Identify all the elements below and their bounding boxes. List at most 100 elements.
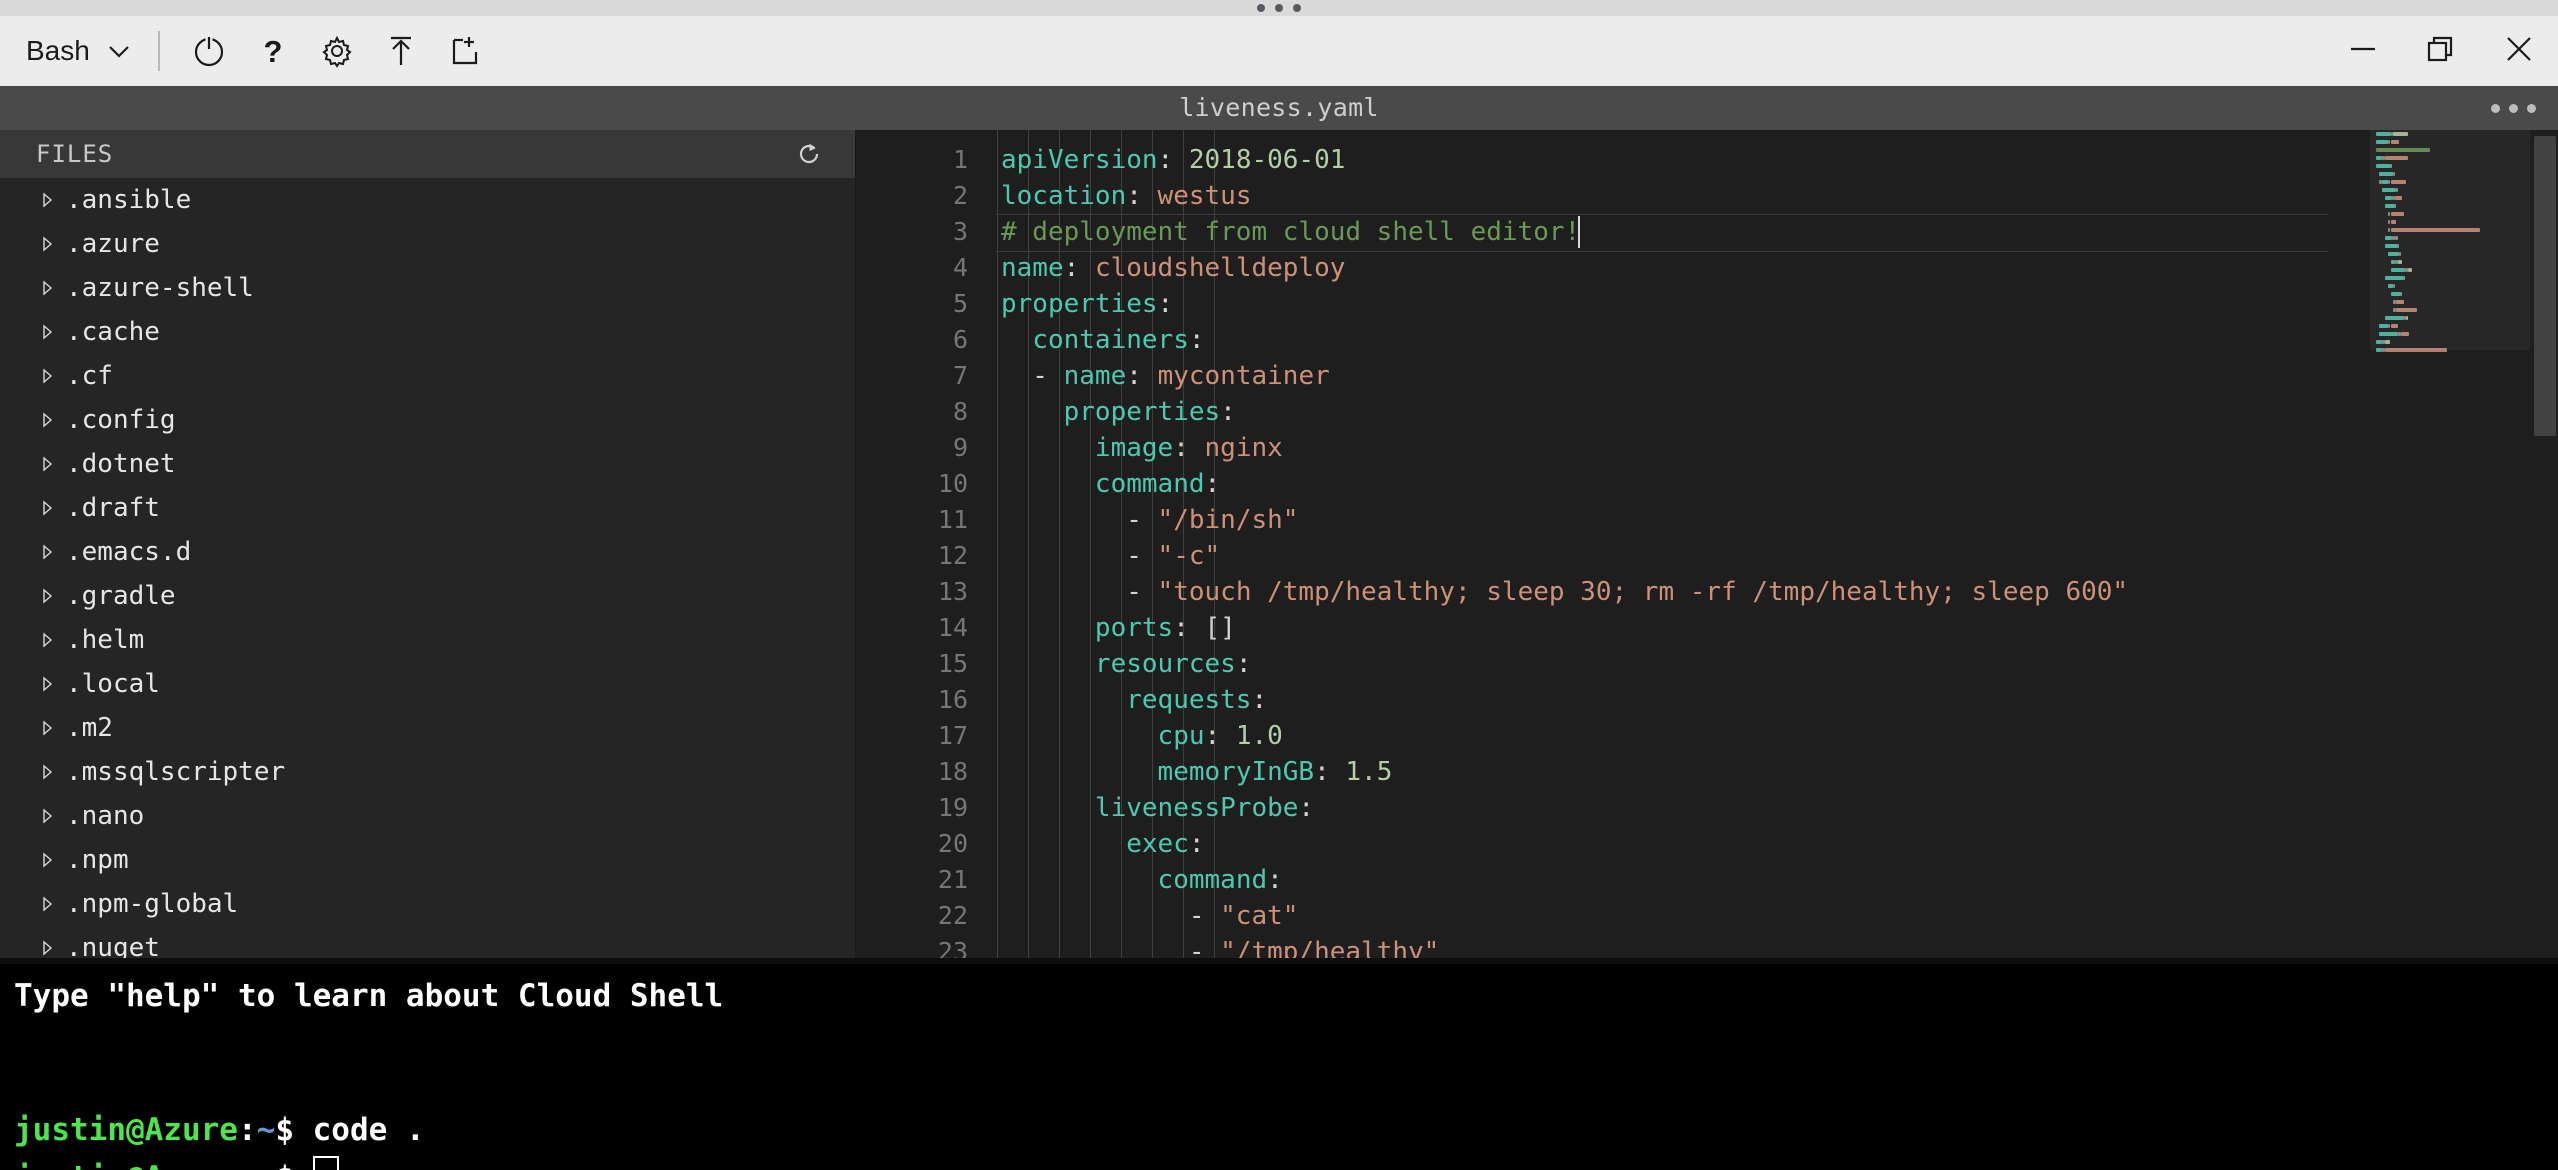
new-editor-button[interactable] <box>438 24 492 78</box>
code-line-text: command: <box>1094 469 1221 499</box>
file-tree-item[interactable]: .mssqlscripter <box>0 750 855 794</box>
code-line-text: apiVersion: 2018-06-01 <box>1001 145 1346 175</box>
editor-more-options-button[interactable] <box>2491 86 2536 130</box>
code-line-text: command: <box>1157 865 1283 895</box>
chevron-right-icon[interactable] <box>38 893 60 915</box>
code-line[interactable]: 18 memoryInGB: 1.5 <box>856 754 2558 790</box>
code-line-text: memoryInGB: 1.5 <box>1157 757 1393 787</box>
code-line[interactable]: 7 - name: mycontainer <box>856 358 2558 394</box>
chevron-right-icon[interactable] <box>38 321 60 343</box>
line-number: 20 <box>937 829 968 858</box>
drag-handle-icon[interactable] <box>1257 4 1301 12</box>
chevron-right-icon[interactable] <box>38 233 60 255</box>
chevron-right-icon[interactable] <box>38 585 60 607</box>
code-line[interactable]: 12 - "-c" <box>856 538 2558 574</box>
file-tree-item[interactable]: .dotnet <box>0 442 855 486</box>
code-line[interactable]: 6 containers: <box>856 322 2558 358</box>
power-icon <box>189 31 229 71</box>
code-line[interactable]: 17 cpu: 1.0 <box>856 718 2558 754</box>
code-line[interactable]: 19 livenessProbe: <box>856 790 2558 826</box>
restore-button[interactable] <box>2402 16 2480 86</box>
code-line[interactable]: 5 properties: <box>856 286 2558 322</box>
file-tree-item[interactable]: .azure <box>0 222 855 266</box>
code-line[interactable]: 4 name: cloudshelldeploy <box>856 250 2558 286</box>
chevron-right-icon[interactable] <box>38 629 60 651</box>
code-line[interactable]: 16 requests: <box>856 682 2558 718</box>
terminal-panel[interactable]: Type "help" to learn about Cloud Shell j… <box>0 958 2558 1170</box>
code-line[interactable]: 20 exec: <box>856 826 2558 862</box>
file-tree-item[interactable]: .draft <box>0 486 855 530</box>
chevron-right-icon[interactable] <box>38 673 60 695</box>
chevron-right-icon[interactable] <box>38 937 60 958</box>
line-number: 5 <box>952 289 968 318</box>
file-tree-item[interactable]: .cache <box>0 310 855 354</box>
chevron-right-icon[interactable] <box>38 717 60 739</box>
code-line[interactable]: 8 properties: <box>856 394 2558 430</box>
file-tree-item-label: .emacs.d <box>66 537 192 567</box>
file-tree-item[interactable]: .npm-global <box>0 882 855 926</box>
code-line[interactable]: 10 command: <box>856 466 2558 502</box>
chevron-right-icon[interactable] <box>38 849 60 871</box>
file-tree-item[interactable]: .npm <box>0 838 855 882</box>
close-button[interactable] <box>2480 16 2558 86</box>
chevron-right-icon[interactable] <box>38 365 60 387</box>
file-tree-item[interactable]: .nano <box>0 794 855 838</box>
chevron-right-icon[interactable] <box>38 409 60 431</box>
code-line[interactable]: 14 ports: [] <box>856 610 2558 646</box>
prompt-user-host: justin@Azure <box>14 1112 238 1148</box>
code-line-text: exec: <box>1126 829 1205 859</box>
settings-button[interactable] <box>310 24 364 78</box>
refresh-icon <box>795 143 823 172</box>
chevron-right-icon[interactable] <box>38 761 60 783</box>
file-tree-item[interactable]: .nuget <box>0 926 855 958</box>
files-scrollbar[interactable] <box>843 178 855 958</box>
code-line[interactable]: 23 - "/tmp/healthy" <box>856 934 2558 958</box>
code-line[interactable]: 3 # deployment from cloud shell editor! <box>856 214 2558 252</box>
file-tree-item-label: .ansible <box>66 185 192 215</box>
code-content-area[interactable]: 1 apiVersion: 2018-06-01 2 location: westus… <box>856 130 2558 958</box>
file-tree-item[interactable]: .emacs.d <box>0 530 855 574</box>
code-line[interactable]: 15 resources: <box>856 646 2558 682</box>
chevron-right-icon[interactable] <box>38 541 60 563</box>
file-tree-item[interactable]: .config <box>0 398 855 442</box>
chevron-right-icon[interactable] <box>38 805 60 827</box>
file-tree[interactable]: .ansible .azure .azure-shell .cache .cf .conf… <box>0 178 855 958</box>
code-line[interactable]: 13 - "touch /tmp/healthy; sleep 30; rm -… <box>856 574 2558 610</box>
terminal-command: code . <box>312 1112 425 1148</box>
code-line[interactable]: 1 apiVersion: 2018-06-01 <box>856 142 2558 178</box>
editor-vertical-scrollbar[interactable] <box>2530 130 2558 958</box>
code-line-text: location: westus <box>1001 181 1252 211</box>
file-tree-item[interactable]: .m2 <box>0 706 855 750</box>
cloud-shell-toolbar: Bash ? <box>0 16 2558 86</box>
code-line[interactable]: 22 - "cat" <box>856 898 2558 934</box>
chevron-right-icon[interactable] <box>38 453 60 475</box>
chevron-right-icon[interactable] <box>38 497 60 519</box>
chevron-right-icon[interactable] <box>38 189 60 211</box>
file-tree-item-label: .nuget <box>66 933 160 958</box>
code-line[interactable]: 2 location: westus <box>856 178 2558 214</box>
code-line[interactable]: 11 - "/bin/sh" <box>856 502 2558 538</box>
code-line[interactable]: 21 command: <box>856 862 2558 898</box>
shell-type-selector[interactable]: Bash <box>26 35 132 67</box>
upload-download-button[interactable] <box>374 24 428 78</box>
file-tree-item[interactable]: .local <box>0 662 855 706</box>
minimize-icon <box>2346 32 2380 71</box>
file-tree-item[interactable]: .ansible <box>0 178 855 222</box>
terminal-prompt-line-2[interactable]: justin@Azure:~$ <box>14 1154 339 1170</box>
minimap-slider[interactable] <box>2370 130 2530 350</box>
prompt-colon: : <box>237 1112 257 1148</box>
editor-scroll-thumb[interactable] <box>2534 136 2556 436</box>
window-drag-strip[interactable] <box>0 0 2558 16</box>
code-line[interactable]: 9 image: nginx <box>856 430 2558 466</box>
chevron-right-icon[interactable] <box>38 277 60 299</box>
minimize-button[interactable] <box>2324 16 2402 86</box>
file-tree-item[interactable]: .cf <box>0 354 855 398</box>
file-tree-item[interactable]: .gradle <box>0 574 855 618</box>
file-tree-item-label: .helm <box>66 625 145 655</box>
terminal-prompt-line-1: justin@Azure:~$ code . <box>14 1106 425 1154</box>
file-tree-item[interactable]: .azure-shell <box>0 266 855 310</box>
refresh-button[interactable] <box>795 140 823 168</box>
restart-button[interactable] <box>182 24 236 78</box>
file-tree-item[interactable]: .helm <box>0 618 855 662</box>
help-button[interactable]: ? <box>246 24 300 78</box>
